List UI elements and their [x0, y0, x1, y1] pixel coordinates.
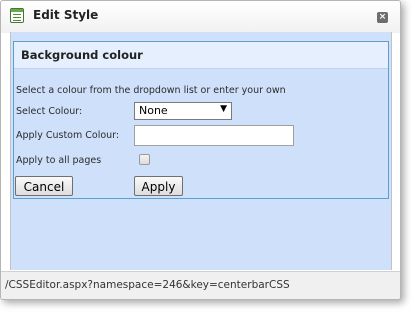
apply-all-pages-checkbox[interactable]	[139, 154, 150, 165]
cancel-button[interactable]: Cancel	[15, 176, 73, 196]
stylesheet-icon	[10, 8, 24, 23]
dialog-body: Background colour Select a colour from t…	[10, 32, 392, 270]
colour-select[interactable]: None ▼	[134, 102, 232, 120]
colour-select-value: None	[139, 104, 168, 117]
dropdown-arrow-icon: ▼	[220, 104, 227, 114]
select-colour-label: Select Colour:	[16, 106, 83, 117]
custom-colour-input[interactable]	[134, 125, 294, 146]
custom-colour-label: Apply Custom Colour:	[16, 130, 120, 141]
panel-header: Background colour	[14, 42, 388, 69]
close-icon: ×	[378, 12, 387, 22]
edit-style-dialog: Edit Style × Background colour Select a …	[0, 0, 401, 300]
instructions-text: Select a colour from the dropdown list o…	[16, 85, 286, 96]
background-colour-panel: Background colour Select a colour from t…	[13, 41, 389, 199]
status-bar: /CSSEditor.aspx?namespace=246&key=center…	[1, 271, 400, 299]
apply-all-pages-label: Apply to all pages	[16, 155, 102, 166]
panel-title: Background colour	[21, 48, 143, 62]
dialog-title: Edit Style	[33, 8, 99, 22]
title-bar[interactable]: Edit Style ×	[1, 1, 400, 33]
status-url: /CSSEditor.aspx?namespace=246&key=center…	[5, 279, 290, 291]
close-button[interactable]: ×	[377, 12, 388, 23]
apply-button[interactable]: Apply	[134, 176, 183, 196]
